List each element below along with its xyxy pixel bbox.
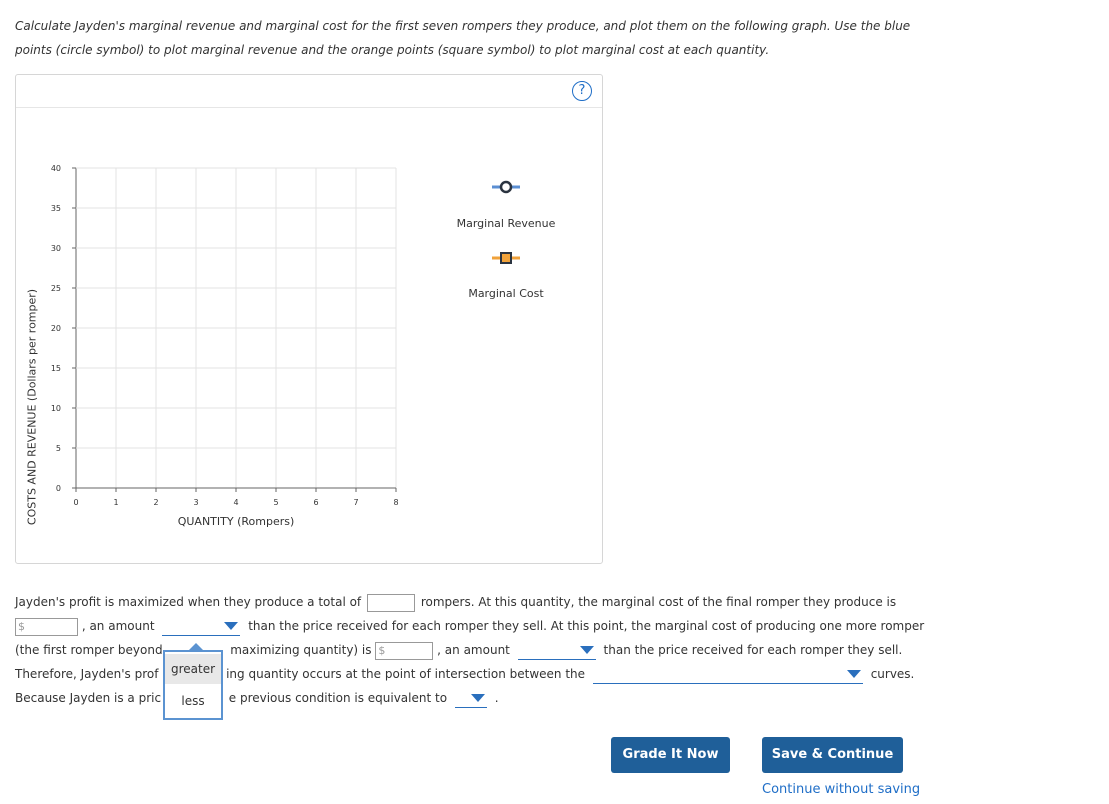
x-tick-label: 2: [153, 498, 158, 507]
x-tick-label: 8: [393, 498, 398, 507]
instructions: Calculate Jayden's marginal revenue and …: [15, 14, 1095, 62]
instructions-line-2: points (circle symbol) to plot marginal …: [15, 43, 770, 57]
popup-arrow: [187, 643, 205, 652]
y-tick-label: 20: [51, 324, 61, 333]
q2-text-b: than the price received for each romper …: [248, 619, 925, 633]
q5-text-b: e previous condition is equivalent to: [228, 691, 448, 705]
graph-canvas[interactable]: 40 35 30 25 20 15 10 5 0 0 1 2 3 4 5 6 7 8 QUANTITY (Rom…: [16, 75, 604, 565]
q1-text-b: rompers. At this quantity, the marginal …: [420, 595, 897, 609]
x-tick-label: 0: [73, 498, 78, 507]
legend-marginal-revenue[interactable]: Marginal Revenue: [457, 180, 556, 230]
y-tick-label: 30: [51, 244, 61, 253]
continue-without-saving-link[interactable]: Continue without saving: [762, 782, 920, 797]
q2-text-a: , an amount: [81, 619, 155, 633]
q4-text-c: curves.: [870, 667, 915, 681]
y-tick-label: 25: [51, 284, 61, 293]
chevron-down-icon: [470, 693, 485, 702]
q4-text-b: ing quantity occurs at the point of inte…: [226, 667, 586, 681]
y-axis-label-wrap: COSTS AND REVENUE (Dollars per romper): [1, 155, 39, 525]
legend-marginal-cost[interactable]: Marginal Cost: [468, 252, 544, 300]
x-tick-label: 1: [113, 498, 118, 507]
curves-dropdown[interactable]: [592, 666, 863, 684]
q5-text-a: Because Jayden is a pric: [15, 691, 162, 705]
option-less[interactable]: less: [165, 686, 221, 716]
question-line-4: Therefore, Jayden's prof ing quantity oc…: [15, 662, 914, 686]
mc-next-input[interactable]: $: [375, 641, 434, 660]
mc-legend-label: Marginal Cost: [468, 287, 544, 300]
option-greater[interactable]: greater: [165, 654, 221, 684]
quantity-input[interactable]: [366, 593, 415, 612]
graph-panel: ? COSTS AND REVENUE (Dollars per romper)…: [15, 74, 603, 564]
comparison-dropdown-1[interactable]: [162, 618, 241, 636]
q3-text-a: (the first romper beyond: [15, 643, 163, 657]
comparison-dropdown-2[interactable]: [517, 642, 596, 660]
mr-legend-label: Marginal Revenue: [457, 217, 556, 230]
save-continue-button[interactable]: Save & Continue: [762, 737, 903, 773]
mc-final-input[interactable]: $: [15, 617, 78, 636]
y-tick-label: 10: [51, 404, 61, 413]
question-line-3: (the first romper beyond maximizing quan…: [15, 638, 902, 662]
instructions-line-1: Calculate Jayden's marginal revenue and …: [15, 19, 911, 33]
y-tick-label: 5: [56, 444, 61, 453]
x-tick-label: 4: [233, 498, 238, 507]
x-axis-label: QUANTITY (Rompers): [178, 515, 295, 528]
x-tick-label: 7: [353, 498, 358, 507]
q3-text-c: , an amount: [437, 643, 510, 657]
y-tick-label: 40: [51, 164, 61, 173]
x-tick-label: 3: [193, 498, 198, 507]
question-line-2: $ , an amount than the price received fo…: [15, 614, 924, 638]
equivalence-dropdown[interactable]: [454, 690, 487, 708]
q1-text-a: Jayden's profit is maximized when they p…: [15, 595, 362, 609]
q3-text-d: than the price received for each romper …: [603, 643, 903, 657]
y-ticks: 40 35 30 25 20 15 10 5 0: [51, 164, 76, 493]
mr-legend-circle-icon: [499, 180, 513, 194]
x-ticks: 0 1 2 3 4 5 6 7 8: [73, 488, 399, 507]
x-tick-label: 5: [273, 498, 278, 507]
y-tick-label: 35: [51, 204, 61, 213]
grid: [75, 167, 397, 489]
x-tick-label: 6: [313, 498, 318, 507]
dropdown-popup: greater less: [163, 643, 223, 720]
chevron-down-icon: [224, 621, 239, 630]
chevron-down-icon: [579, 645, 594, 654]
chevron-down-icon: [846, 669, 861, 678]
mc-legend-square-icon: [500, 252, 512, 264]
q5-text-c: .: [494, 691, 499, 705]
question-line-1: Jayden's profit is maximized when they p…: [15, 590, 896, 614]
y-tick-label: 0: [56, 484, 61, 493]
q4-text-a: Therefore, Jayden's prof: [15, 667, 159, 681]
q3-text-b: maximizing quantity) is: [230, 643, 372, 657]
grade-it-now-button[interactable]: Grade It Now: [611, 737, 730, 773]
question-line-5: Because Jayden is a pric e previous cond…: [15, 686, 499, 710]
y-tick-label: 15: [51, 364, 61, 373]
